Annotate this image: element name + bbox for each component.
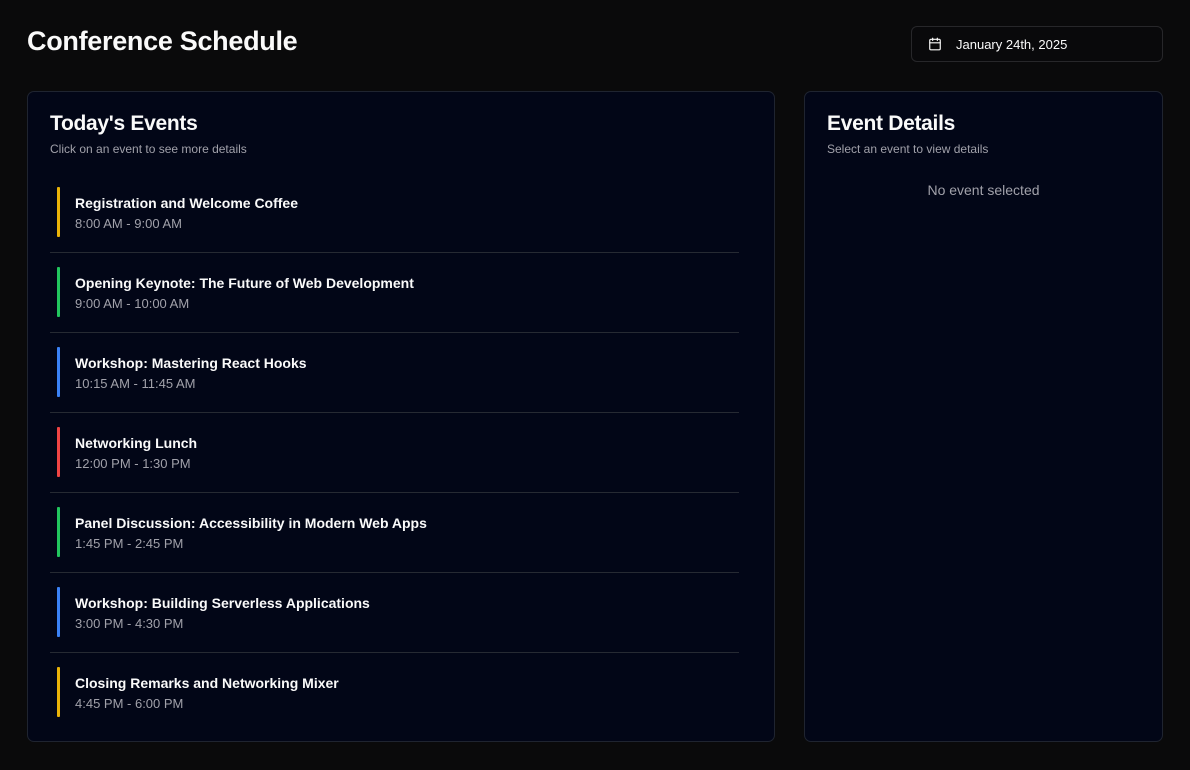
event-time: 1:45 PM - 2:45 PM <box>75 536 184 551</box>
events-card-title: Today's Events <box>50 112 198 135</box>
event-item[interactable]: Registration and Welcome Coffee 8:00 AM … <box>50 173 739 253</box>
event-color-bar <box>57 187 60 237</box>
page-title: Conference Schedule <box>27 26 298 56</box>
event-color-bar <box>57 427 60 477</box>
event-title: Opening Keynote: The Future of Web Devel… <box>75 275 414 291</box>
event-title: Workshop: Building Serverless Applicatio… <box>75 595 370 611</box>
events-card-subtitle: Click on an event to see more details <box>50 142 247 156</box>
event-time: 4:45 PM - 6:00 PM <box>75 696 184 711</box>
details-card-title: Event Details <box>827 112 955 135</box>
event-title: Registration and Welcome Coffee <box>75 195 299 211</box>
event-item[interactable]: Panel Discussion: Accessibility in Moder… <box>50 493 739 573</box>
details-card-subtitle: Select an event to view details <box>827 142 989 156</box>
events-card: Today's Events Click on an event to see … <box>27 91 775 742</box>
event-color-bar <box>57 347 60 397</box>
event-item[interactable]: Workshop: Mastering React Hooks 10:15 AM… <box>50 333 739 413</box>
event-item[interactable]: Closing Remarks and Networking Mixer 4:4… <box>50 653 739 733</box>
event-time: 3:00 PM - 4:30 PM <box>75 616 184 631</box>
event-color-bar <box>57 507 60 557</box>
event-title: Workshop: Mastering React Hooks <box>75 355 307 371</box>
event-item[interactable]: Workshop: Building Serverless Applicatio… <box>50 573 739 653</box>
event-list: Registration and Welcome Coffee 8:00 AM … <box>50 173 739 733</box>
event-color-bar <box>57 267 60 317</box>
event-color-bar <box>57 587 60 637</box>
date-picker-button[interactable]: January 24th, 2025 <box>911 26 1163 62</box>
empty-state-message: No event selected <box>927 182 1040 198</box>
event-item[interactable]: Opening Keynote: The Future of Web Devel… <box>50 253 739 333</box>
page: Conference Schedule January 24th, 2025 T… <box>0 0 1190 770</box>
event-time: 9:00 AM - 10:00 AM <box>75 296 190 311</box>
event-time: 12:00 PM - 1:30 PM <box>75 456 191 471</box>
event-title: Networking Lunch <box>75 435 198 451</box>
date-picker-label: January 24th, 2025 <box>956 36 1068 52</box>
event-title: Closing Remarks and Networking Mixer <box>75 675 339 691</box>
event-title: Panel Discussion: Accessibility in Moder… <box>75 515 427 531</box>
event-item[interactable]: Networking Lunch 12:00 PM - 1:30 PM <box>50 413 739 493</box>
details-card: Event Details Select an event to view de… <box>804 91 1163 742</box>
event-time: 8:00 AM - 9:00 AM <box>75 216 182 231</box>
calendar-icon <box>928 37 942 51</box>
event-color-bar <box>57 667 60 717</box>
event-time: 10:15 AM - 11:45 AM <box>75 376 196 391</box>
